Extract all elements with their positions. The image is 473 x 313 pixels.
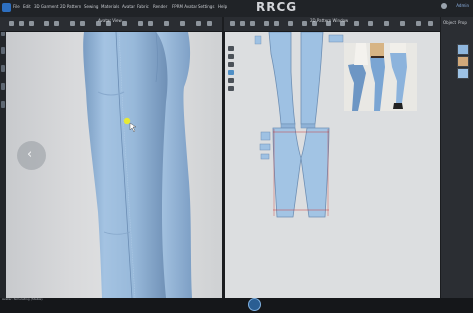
sidebar-tool-2[interactable]	[1, 47, 5, 54]
watermark: RRCG	[256, 0, 298, 14]
sim-tool-icon[interactable]	[122, 21, 127, 26]
texture-tool-icon[interactable]	[180, 21, 185, 26]
reference-photo	[344, 43, 417, 111]
tack-tool-icon[interactable]	[54, 21, 59, 26]
app-logo-icon	[2, 3, 11, 12]
menu-fprm-avatar[interactable]: FPRM Avatar	[172, 4, 197, 10]
tab-property[interactable]: Prop	[458, 20, 467, 25]
camera-tool-icon[interactable]	[138, 21, 143, 26]
fold-tool-icon[interactable]	[29, 21, 34, 26]
tool-2d-2-icon[interactable]	[228, 54, 234, 59]
menu-sewing[interactable]: Sewing	[84, 4, 98, 10]
ellipse-tool-icon[interactable]	[274, 21, 279, 26]
view-tool-icon[interactable]	[207, 21, 212, 26]
light-tool-icon[interactable]	[148, 21, 153, 26]
menu-render[interactable]: Render	[153, 4, 167, 10]
menu-3d-garment[interactable]: 3D Garment	[34, 4, 58, 10]
grid-tool-icon[interactable]	[416, 21, 421, 26]
tool-2d-6-icon[interactable]	[228, 86, 234, 91]
sidebar-tool-5[interactable]	[1, 101, 5, 108]
render-tool-icon[interactable]	[164, 21, 169, 26]
fabric-swatch-1[interactable]	[457, 44, 469, 55]
view-3d-title: Avatar View	[98, 18, 122, 23]
status-bar	[0, 298, 473, 313]
tools-2d-vertical	[225, 32, 237, 122]
polygon-tool-icon[interactable]	[250, 21, 255, 26]
menu-edit[interactable]: Edit	[23, 4, 31, 10]
curve-tool-icon[interactable]	[288, 21, 293, 26]
grain-tool-icon[interactable]	[354, 21, 359, 26]
menu-fabric[interactable]: Fabric	[137, 4, 149, 10]
menu-settings[interactable]: Settings	[198, 4, 214, 10]
tool-2d-1-icon[interactable]	[228, 46, 234, 51]
sidebar-tool-4[interactable]	[1, 83, 5, 90]
rectangle-tool-icon[interactable]	[264, 21, 269, 26]
simulate-button[interactable]	[248, 298, 261, 311]
tool-2d-5-icon[interactable]	[228, 78, 234, 83]
user-icon[interactable]	[441, 3, 447, 9]
menu-avatar[interactable]: Avatar	[122, 4, 135, 10]
menu-help[interactable]: Help	[218, 4, 227, 10]
trace-tool-icon[interactable]	[384, 21, 389, 26]
select-tool-icon[interactable]	[9, 21, 14, 26]
tab-object[interactable]: Object	[443, 20, 456, 25]
settings-2d-icon[interactable]	[428, 21, 433, 26]
measure-2d-icon[interactable]	[400, 21, 405, 26]
pen-tool-icon[interactable]	[80, 21, 85, 26]
fabric-swatch-3[interactable]	[457, 68, 469, 79]
fabric-swatch-2[interactable]	[457, 56, 469, 67]
seam-tool-icon[interactable]	[302, 21, 307, 26]
pin-tool-icon[interactable]	[44, 21, 49, 26]
view-2d-title: 2D Pattern Window	[310, 18, 349, 23]
text-tool-icon[interactable]	[368, 21, 373, 26]
tool-2d-3-icon[interactable]	[228, 62, 234, 67]
sidebar-tool-3[interactable]	[1, 65, 5, 72]
menu-file[interactable]: File	[13, 4, 20, 10]
move-tool-icon[interactable]	[19, 21, 24, 26]
zoom-tool-icon[interactable]	[196, 21, 201, 26]
user-name[interactable]: Admin	[456, 3, 469, 8]
menu-materials[interactable]: Materials	[101, 4, 119, 10]
brush-tool-icon[interactable]	[70, 21, 75, 26]
tool-2d-4-icon[interactable]	[228, 70, 234, 75]
chevron-left-icon: ‹	[27, 147, 33, 162]
menu-bar: File Edit 3D Garment 2D Pattern Sewing M…	[0, 0, 473, 17]
pattern-edit-icon[interactable]	[240, 21, 245, 26]
pattern-select-icon[interactable]	[230, 21, 235, 26]
status-text: Avatar: Simulating (Stable)	[2, 297, 43, 301]
menu-2d-pattern[interactable]: 2D Pattern	[60, 4, 81, 10]
